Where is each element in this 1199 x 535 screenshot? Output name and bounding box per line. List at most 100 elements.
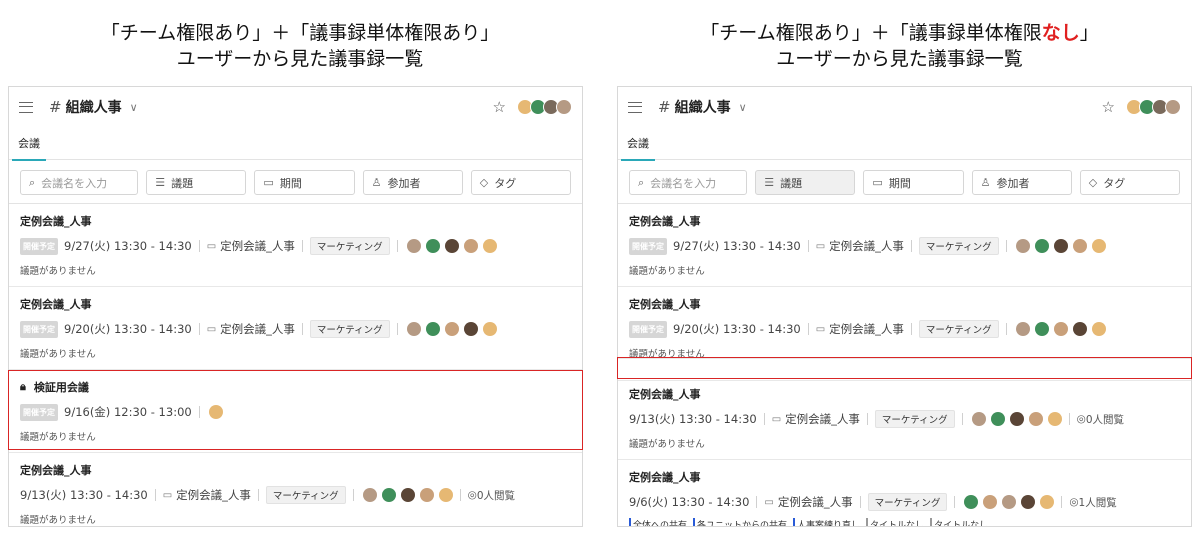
folder-icon: ▭ (764, 496, 774, 508)
hash-icon: # (658, 98, 671, 116)
participants-filter[interactable]: ♙ 参加者 (362, 170, 463, 195)
avatar (463, 239, 478, 253)
channel-name[interactable]: 組織人事 (675, 97, 731, 117)
meeting-title[interactable]: 定例会議_人事 (629, 214, 1180, 228)
channel-header: # 組織人事 ∨ ☆ (9, 87, 582, 127)
member-avatars[interactable] (1126, 99, 1181, 115)
agenda-filter[interactable]: ☰ 議題 (755, 170, 856, 195)
meeting-title[interactable]: 定例会議_人事 (629, 470, 1180, 484)
list-item[interactable]: 定例会議_人事 開催予定 9/20(火) 13:30 - 14:30 ▭ 定例会… (618, 287, 1191, 360)
filter-bar: ⌕ 会議名を入力 ☰ 議題 ▭ 期間 ♙ 参加者 ◇ タグ (9, 160, 582, 204)
avatar (400, 488, 415, 502)
divider (756, 496, 758, 508)
meeting-title[interactable]: 定例会議_人事 (20, 297, 571, 311)
meeting-folder[interactable]: 定例会議_人事 (829, 321, 904, 337)
meeting-folder[interactable]: 定例会議_人事 (176, 487, 251, 503)
chevron-down-icon[interactable]: ∨ (130, 101, 138, 114)
meeting-title[interactable]: 定例会議_人事 (20, 463, 571, 477)
meeting-datetime: 9/13(火) 13:30 - 14:30 (20, 488, 148, 502)
member-avatars[interactable] (517, 99, 572, 115)
agenda-tag: タイトルなし (866, 518, 924, 526)
meeting-title[interactable]: 定例会議_人事 (20, 214, 571, 228)
divider (352, 489, 354, 501)
search-input[interactable]: ⌕ 会議名を入力 (20, 170, 139, 195)
list-item[interactable]: 定例会議_人事 9/13(火) 13:30 - 14:30 ▭ 定例会議_人事 … (9, 453, 582, 526)
avatar (990, 412, 1005, 426)
meeting-tag[interactable]: マーケティング (309, 237, 390, 255)
tab-bar: 会議 (618, 127, 1191, 161)
meeting-folder[interactable]: 定例会議_人事 (829, 238, 904, 254)
meeting-folder[interactable]: 定例会議_人事 (785, 411, 860, 427)
agenda-filter[interactable]: ☰ 議題 (146, 170, 247, 195)
avatar (1047, 412, 1062, 426)
meeting-title[interactable]: 定例会議_人事 (629, 297, 1180, 311)
agenda-tag: 人事案練り直し (793, 518, 860, 526)
meeting-agenda: 議題がありません (20, 515, 96, 526)
avatar (425, 322, 440, 336)
meeting-agenda: 議題がありません (629, 439, 705, 450)
meeting-tag[interactable]: マーケティング (918, 237, 999, 255)
tag-filter-label: タグ (1103, 176, 1126, 190)
meeting-tag[interactable]: マーケティング (265, 486, 346, 504)
meeting-folder[interactable]: 定例会議_人事 (220, 238, 295, 254)
meeting-datetime: 9/27(火) 13:30 - 14:30 (64, 239, 192, 253)
left-caption: 「チーム権限あり」＋「議事録単体権限あり」 ユーザーから見た議事録一覧 (0, 20, 600, 72)
meeting-datetime: 9/13(火) 13:30 - 14:30 (629, 412, 757, 426)
meeting-folder[interactable]: 定例会議_人事 (778, 494, 853, 510)
star-icon[interactable]: ☆ (1102, 98, 1115, 116)
search-input[interactable]: ⌕ 会議名を入力 (629, 170, 748, 195)
filter-bar: ⌕ 会議名を入力 ☰ 議題 ▭ 期間 ♙ 参加者 ◇ タグ (618, 160, 1191, 204)
divider (866, 413, 868, 425)
avatar (1165, 99, 1181, 115)
divider (763, 413, 765, 425)
avatar (1015, 239, 1030, 253)
view-count: 0人閲覧 (476, 489, 516, 502)
participants-filter[interactable]: ♙ 参加者 (971, 170, 1072, 195)
meeting-folder[interactable]: 定例会議_人事 (220, 321, 295, 337)
avatar (1002, 495, 1017, 509)
folder-icon: ▭ (206, 240, 217, 252)
participant-avatars (1015, 322, 1106, 336)
chevron-down-icon[interactable]: ∨ (739, 101, 747, 114)
search-placeholder: 会議名を入力 (650, 176, 717, 190)
divider (1005, 240, 1007, 252)
tab-meeting[interactable]: 会議 (621, 135, 655, 161)
channel-name[interactable]: 組織人事 (66, 97, 122, 117)
list-item[interactable]: 定例会議_人事 9/13(火) 13:30 - 14:30 ▭ 定例会議_人事 … (618, 381, 1191, 460)
avatar (1015, 322, 1030, 336)
meeting-title[interactable]: 定例会議_人事 (629, 387, 1180, 401)
meeting-meta: 9/6(火) 13:30 - 14:30 ▭ 定例会議_人事 マーケティング ◎… (629, 492, 1180, 512)
period-filter[interactable]: ▭ 期間 (254, 170, 355, 195)
participants-filter-label: 参加者 (996, 176, 1030, 190)
tab-meeting[interactable]: 会議 (12, 135, 46, 161)
list-item[interactable]: 定例会議_人事 9/6(火) 13:30 - 14:30 ▭ 定例会議_人事 マ… (618, 460, 1191, 526)
menu-icon[interactable] (628, 101, 642, 113)
meeting-tag[interactable]: マーケティング (867, 493, 948, 511)
list-item[interactable]: 定例会議_人事 開催予定 9/20(火) 13:30 - 14:30 ▭ 定例会… (9, 287, 582, 370)
meeting-tag[interactable]: マーケティング (874, 410, 955, 428)
eye-icon: ◎ (1069, 496, 1079, 508)
list-item[interactable]: 定例会議_人事 開催予定 9/27(火) 13:30 - 14:30 ▭ 定例会… (618, 204, 1191, 287)
avatar (406, 239, 421, 253)
divider (1068, 413, 1070, 425)
meeting-tag[interactable]: マーケティング (309, 320, 390, 338)
participants-filter-label: 参加者 (387, 176, 421, 190)
hash-icon: # (49, 98, 62, 116)
folder-icon: ▭ (815, 323, 826, 335)
period-filter[interactable]: ▭ 期間 (863, 170, 964, 195)
meeting-tag[interactable]: マーケティング (918, 320, 999, 338)
list-item[interactable]: 定例会議_人事 開催予定 9/27(火) 13:30 - 14:30 ▭ 定例会… (9, 204, 582, 287)
avatar (1009, 412, 1024, 426)
avatar (381, 488, 396, 502)
right-caption-line1: 「チーム権限あり」＋「議事録単体権限なし」 (600, 20, 1199, 46)
folder-icon: ▭ (771, 413, 782, 425)
tag-filter-label: タグ (494, 176, 517, 190)
person-icon: ♙ (980, 176, 991, 189)
star-icon[interactable]: ☆ (493, 98, 506, 116)
tag-filter[interactable]: ◇ タグ (470, 170, 571, 195)
divider (807, 323, 809, 335)
agenda-tags: 全体への共有 各ユニットからの共有 人事案練り直し タイトルなし タイトルなし (629, 518, 1180, 526)
menu-icon[interactable] (19, 101, 33, 113)
agenda-filter-label: 議題 (171, 176, 194, 190)
tag-filter[interactable]: ◇ タグ (1079, 170, 1180, 195)
